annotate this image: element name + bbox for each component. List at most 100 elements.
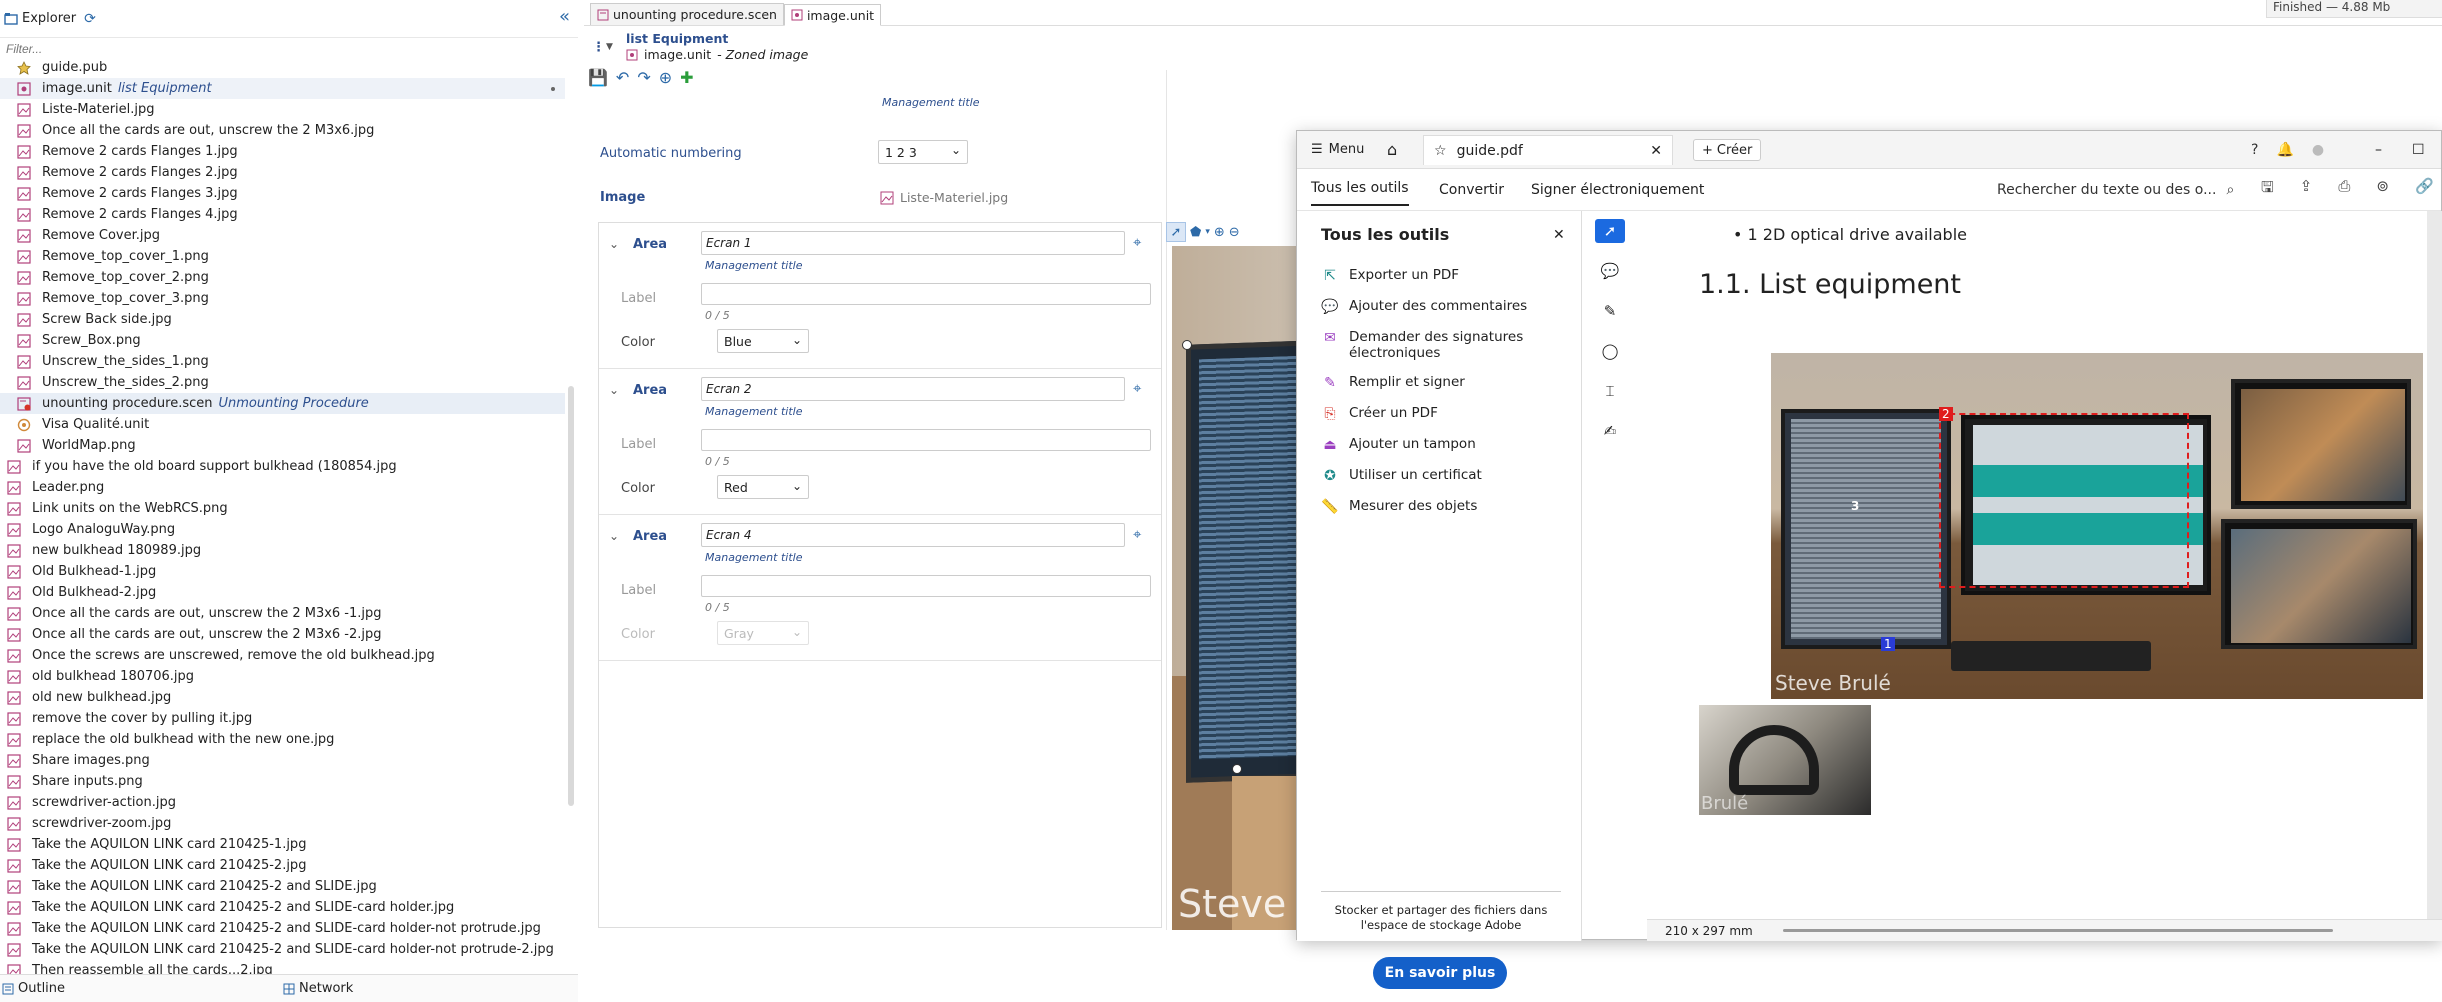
star-icon[interactable]: ☆ [1434,143,1447,159]
file-item[interactable]: new bulkhead 180989.jpg [0,540,565,561]
tab-convert[interactable]: Convertir [1439,182,1504,198]
file-item[interactable]: Unscrew_the_sides_1.png [0,351,565,372]
area-name-input[interactable]: Ecran 2 [701,377,1125,401]
color-select[interactable]: Gray ⌄ [717,621,809,645]
help-icon[interactable]: ? [2251,142,2258,158]
pointer-tool-icon[interactable]: ➚ [1166,222,1186,242]
explorer-scrollbar[interactable] [568,386,574,806]
chevron-down-icon[interactable]: ▾ [1205,227,1210,237]
tab-image-unit[interactable]: image.unit [783,4,882,26]
zoom-out-icon[interactable]: ⊖ [1229,225,1240,240]
file-item[interactable]: Visa Qualité.unit [0,414,565,435]
file-item[interactable]: Screw_Box.png [0,330,565,351]
editor-menu-icon[interactable]: ⋮ [592,40,605,55]
file-item[interactable]: Remove 2 cards Flanges 1.jpg [0,141,565,162]
image-file-link[interactable]: Liste-Materiel.jpg [880,190,1008,205]
file-item[interactable]: Remove Cover.jpg [0,225,565,246]
zone-handle[interactable] [1232,764,1242,774]
file-item[interactable]: Once the screws are unscrewed, remove th… [0,645,565,666]
file-item[interactable]: Take the AQUILON LINK card 210425-2 and … [0,918,565,939]
label-input[interactable] [701,283,1151,305]
tool-item[interactable]: ⎘ Créer un PDF [1321,405,1561,423]
share-icon[interactable]: ⊚ [2376,177,2389,202]
tool-item[interactable]: ✉ Demander des signatures électroniques [1321,329,1561,361]
tab-network[interactable]: Network [283,981,353,996]
file-item[interactable]: Old Bulkhead-1.jpg [0,561,565,582]
tool-item[interactable]: 💬 Ajouter des commentaires [1321,298,1561,316]
file-item[interactable]: Remove_top_cover_3.png [0,288,565,309]
file-item[interactable]: Take the AQUILON LINK card 210425-2 and … [0,939,565,960]
print-icon[interactable]: ⎙ [2338,177,2350,202]
file-item[interactable]: Share images.png [0,750,565,771]
locate-area-icon[interactable]: ⌖ [1133,379,1141,397]
file-item[interactable]: old bulkhead 180706.jpg [0,666,565,687]
file-item[interactable]: Remove 2 cards Flanges 3.jpg [0,183,565,204]
redo-icon[interactable]: ↷ [637,68,650,87]
label-input[interactable] [701,575,1151,597]
upload-icon[interactable]: ⇪ [2300,177,2313,202]
tool-item[interactable]: ⏏ Ajouter un tampon [1321,436,1561,454]
home-icon[interactable]: ⌂ [1387,140,1397,159]
undo-icon[interactable]: ↶ [616,68,629,87]
file-item[interactable]: WorldMap.png [0,435,565,456]
file-item[interactable]: Remove_top_cover_2.png [0,267,565,288]
file-item[interactable]: Logo AnaloguWay.png [0,519,565,540]
refresh-icon[interactable]: ⟳ [84,11,96,27]
file-item[interactable]: Remove_top_cover_1.png [0,246,565,267]
tool-item[interactable]: 📏 Mesurer des objets [1321,498,1561,516]
tab-outline[interactable]: Outline [2,981,65,996]
chevron-down-icon[interactable]: ⌄ [609,383,619,397]
file-item[interactable]: screwdriver-zoom.jpg [0,813,565,834]
locate-area-icon[interactable]: ⌖ [1133,233,1141,251]
lasso-tool-icon[interactable]: ◯ [1595,339,1625,363]
area-name-input[interactable]: Ecran 4 [701,523,1125,547]
create-button[interactable]: + Créer [1693,139,1762,161]
file-item[interactable]: Share inputs.png [0,771,565,792]
tool-item[interactable]: ✪ Utiliser un certificat [1321,467,1561,485]
file-item[interactable]: Unscrew_the_sides_2.png [0,372,565,393]
collapse-panel-icon[interactable]: « [559,6,570,27]
chevron-down-icon[interactable]: ⌄ [609,237,619,251]
file-item[interactable]: Take the AQUILON LINK card 210425-2.jpg [0,855,565,876]
file-item[interactable]: Take the AQUILON LINK card 210425-1.jpg [0,834,565,855]
text-select-tool-icon[interactable]: ⌶ [1595,379,1625,403]
pdf-document-view[interactable]: • 1 2D optical drive available 1.1. List… [1647,211,2442,919]
tab-all-tools[interactable]: Tous les outils [1311,180,1409,206]
link-icon[interactable]: 🔗 [2415,177,2434,202]
color-select[interactable]: Red ⌄ [717,475,809,499]
file-item[interactable]: screwdriver-action.jpg [0,792,565,813]
automatic-numbering-select[interactable]: 1 2 3 ⌄ [878,140,968,164]
polygon-tool-icon[interactable]: ⬟ [1190,225,1201,240]
file-item[interactable]: Once all the cards are out, unscrew the … [0,603,565,624]
sign-tool-icon[interactable]: ✍ [1595,419,1625,443]
zone-handle[interactable] [1182,340,1192,350]
file-item[interactable]: Link units on the WebRCS.png [0,498,565,519]
file-item[interactable]: Remove 2 cards Flanges 4.jpg [0,204,565,225]
file-item[interactable]: if you have the old board support bulkhe… [0,456,565,477]
file-item[interactable]: Leader.png [0,477,565,498]
menu-button[interactable]: ☰ Menu [1311,142,1364,157]
file-item[interactable]: Once all the cards are out, unscrew the … [0,624,565,645]
file-item[interactable]: Old Bulkhead-2.jpg [0,582,565,603]
add-icon[interactable]: ✚ [680,68,693,87]
file-item[interactable]: Screw Back side.jpg [0,309,565,330]
file-item[interactable]: Take the AQUILON LINK card 210425-2 and … [0,897,565,918]
locate-area-icon[interactable]: ⌖ [1133,525,1141,543]
file-item[interactable]: unounting procedure.scen Unmounting Proce… [0,393,565,414]
tab-guide-pdf[interactable]: ☆ guide.pdf ✕ [1423,135,1673,165]
maximize-icon[interactable]: ☐ [2412,142,2425,158]
color-select[interactable]: Blue ⌄ [717,329,809,353]
tool-item[interactable]: ⇱ Exporter un PDF [1321,267,1561,285]
tool-item[interactable]: ✎ Remplir et signer [1321,374,1561,392]
chevron-down-icon[interactable]: ▼ [606,42,613,52]
area-name-input[interactable]: Ecran 1 [701,231,1125,255]
learn-more-button[interactable]: En savoir plus [1373,957,1507,989]
bell-icon[interactable]: 🔔 [2276,142,2293,158]
file-item[interactable]: Take the AQUILON LINK card 210425-2 and … [0,876,565,897]
pen-tool-icon[interactable]: ✎ [1595,299,1625,323]
file-item[interactable]: remove the cover by pulling it.jpg [0,708,565,729]
file-item[interactable]: guide.pub [0,57,565,78]
close-icon[interactable]: ✕ [1650,143,1662,159]
zoom-in-icon[interactable]: ⊕ [1214,225,1225,240]
horizontal-scrollbar[interactable] [1783,929,2333,932]
